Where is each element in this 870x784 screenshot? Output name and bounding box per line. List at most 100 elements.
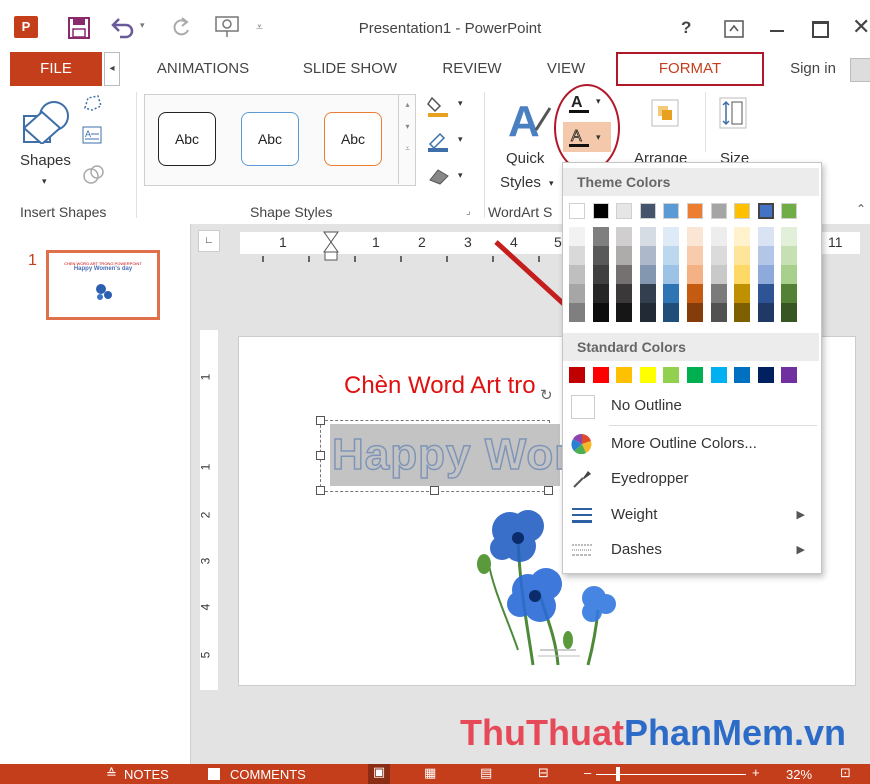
shape-style-blue[interactable]: Abc: [241, 112, 299, 166]
notes-icon[interactable]: ≙: [106, 766, 117, 782]
selection-handle[interactable]: [316, 451, 325, 460]
slide-thumbnail[interactable]: CHEN WORD ART TRONG POWERPOINT Happy Wom…: [46, 250, 160, 320]
rotate-handle-icon[interactable]: ↻: [540, 386, 553, 404]
theme-color-shade-swatch[interactable]: [663, 246, 680, 265]
shape-styles-dialog-launcher-icon[interactable]: ⌟: [466, 206, 471, 217]
maximize-button[interactable]: [812, 21, 829, 38]
theme-color-shade-swatch[interactable]: [734, 246, 751, 265]
theme-color-shade-swatch[interactable]: [710, 303, 727, 322]
shapes-button-label[interactable]: Shapes: [20, 152, 71, 169]
theme-color-shade-swatch[interactable]: [734, 284, 751, 303]
close-button[interactable]: ✕: [852, 14, 870, 40]
tab-slide-show[interactable]: SLIDE SHOW: [290, 52, 410, 86]
tab-format[interactable]: FORMAT: [616, 52, 764, 86]
comments-button[interactable]: COMMENTS: [230, 767, 306, 782]
theme-color-shade-swatch[interactable]: [569, 246, 585, 265]
user-avatar[interactable]: [850, 58, 870, 82]
tab-review[interactable]: REVIEW: [432, 52, 512, 86]
standard-color-swatch[interactable]: [616, 367, 633, 383]
theme-color-shade-swatch[interactable]: [687, 303, 703, 322]
theme-color-shade-swatch[interactable]: [757, 227, 774, 246]
theme-color-swatch[interactable]: [616, 203, 633, 219]
standard-color-swatch[interactable]: [710, 367, 727, 383]
theme-color-shade-swatch[interactable]: [687, 265, 703, 284]
sign-in-link[interactable]: Sign in: [780, 52, 846, 86]
theme-color-shade-swatch[interactable]: [616, 303, 633, 322]
gallery-scroll[interactable]: ▴ ▾ ⩡: [398, 94, 416, 184]
theme-color-shade-swatch[interactable]: [663, 227, 680, 246]
standard-color-swatch[interactable]: [663, 367, 680, 383]
theme-color-shade-swatch[interactable]: [757, 284, 774, 303]
standard-color-swatch[interactable]: [781, 367, 798, 383]
edit-shape-icon[interactable]: [82, 94, 104, 112]
theme-color-swatch[interactable]: [734, 203, 751, 219]
theme-color-shade-swatch[interactable]: [592, 227, 609, 246]
notes-button[interactable]: NOTES: [124, 767, 169, 782]
undo-icon[interactable]: [110, 17, 136, 39]
redo-icon[interactable]: [170, 16, 192, 38]
theme-color-shade-swatch[interactable]: [639, 265, 656, 284]
standard-color-swatch[interactable]: [757, 367, 774, 383]
wordart-text[interactable]: Happy Wor: [331, 429, 572, 480]
tabs-scroll-left-button[interactable]: ◂: [104, 52, 120, 86]
theme-color-shade-swatch[interactable]: [757, 265, 774, 284]
size-icon[interactable]: [718, 96, 748, 130]
standard-color-swatch[interactable]: [687, 367, 703, 383]
theme-color-shade-swatch[interactable]: [569, 284, 585, 303]
theme-color-shade-swatch[interactable]: [592, 303, 609, 322]
powerpoint-app-icon[interactable]: P: [14, 16, 38, 38]
dashes-item[interactable]: Dashes ▶: [563, 533, 819, 567]
theme-color-shade-swatch[interactable]: [663, 303, 680, 322]
reading-view-icon[interactable]: ▤: [480, 765, 492, 781]
theme-color-swatch[interactable]: [710, 203, 727, 219]
standard-color-swatch[interactable]: [569, 367, 585, 383]
fit-to-window-icon[interactable]: ⊡: [840, 765, 851, 781]
theme-color-shade-swatch[interactable]: [616, 227, 633, 246]
shape-style-black[interactable]: Abc: [158, 112, 216, 166]
minimize-button[interactable]: [770, 30, 784, 32]
shape-effects-icon[interactable]: [426, 166, 452, 186]
theme-color-swatch[interactable]: [639, 203, 656, 219]
theme-color-shade-swatch[interactable]: [639, 284, 656, 303]
theme-color-swatch[interactable]: [663, 203, 680, 219]
tab-file[interactable]: FILE: [10, 52, 102, 86]
shape-fill-dropdown-icon[interactable]: ▾: [458, 98, 463, 109]
theme-color-shade-swatch[interactable]: [639, 246, 656, 265]
theme-color-shade-swatch[interactable]: [781, 284, 798, 303]
comments-icon[interactable]: [208, 768, 220, 780]
theme-color-shade-swatch[interactable]: [757, 303, 774, 322]
text-box-icon[interactable]: A: [82, 126, 102, 144]
slideshow-view-icon[interactable]: ⊟: [538, 765, 549, 781]
customize-toolbar-icon[interactable]: ⩡: [256, 20, 263, 35]
save-icon[interactable]: [68, 17, 90, 39]
theme-color-shade-swatch[interactable]: [734, 265, 751, 284]
wordart-quick-styles-icon[interactable]: A: [506, 96, 554, 146]
start-slideshow-icon[interactable]: [214, 15, 240, 39]
theme-color-shade-swatch[interactable]: [592, 265, 609, 284]
no-outline-item[interactable]: No Outline: [563, 389, 819, 423]
shape-fill-icon[interactable]: [426, 94, 452, 118]
slide-sorter-icon[interactable]: ▦: [424, 765, 436, 781]
undo-dropdown-icon[interactable]: ▾: [140, 20, 145, 31]
selection-handle[interactable]: [316, 416, 325, 425]
selection-handle[interactable]: [316, 486, 325, 495]
theme-color-shade-swatch[interactable]: [639, 303, 656, 322]
eyedropper-item[interactable]: Eyedropper: [563, 462, 819, 496]
theme-color-shade-swatch[interactable]: [663, 265, 680, 284]
theme-color-shade-swatch[interactable]: [734, 227, 751, 246]
zoom-out-button[interactable]: –: [584, 765, 591, 780]
theme-color-shade-swatch[interactable]: [569, 303, 585, 322]
selection-handle[interactable]: [544, 486, 553, 495]
more-outline-colors-item[interactable]: More Outline Colors...: [563, 427, 819, 461]
shape-outline-icon[interactable]: [426, 130, 452, 152]
theme-color-swatch[interactable]: [757, 203, 774, 219]
theme-color-shade-swatch[interactable]: [569, 265, 585, 284]
theme-color-shade-swatch[interactable]: [710, 265, 727, 284]
theme-color-shade-swatch[interactable]: [710, 246, 727, 265]
theme-color-shade-swatch[interactable]: [781, 265, 798, 284]
theme-color-swatch[interactable]: [569, 203, 585, 219]
theme-color-shade-swatch[interactable]: [616, 284, 633, 303]
theme-color-shade-swatch[interactable]: [710, 284, 727, 303]
slide-heading[interactable]: Chèn Word Art tro: [344, 372, 536, 400]
standard-color-swatch[interactable]: [734, 367, 751, 383]
